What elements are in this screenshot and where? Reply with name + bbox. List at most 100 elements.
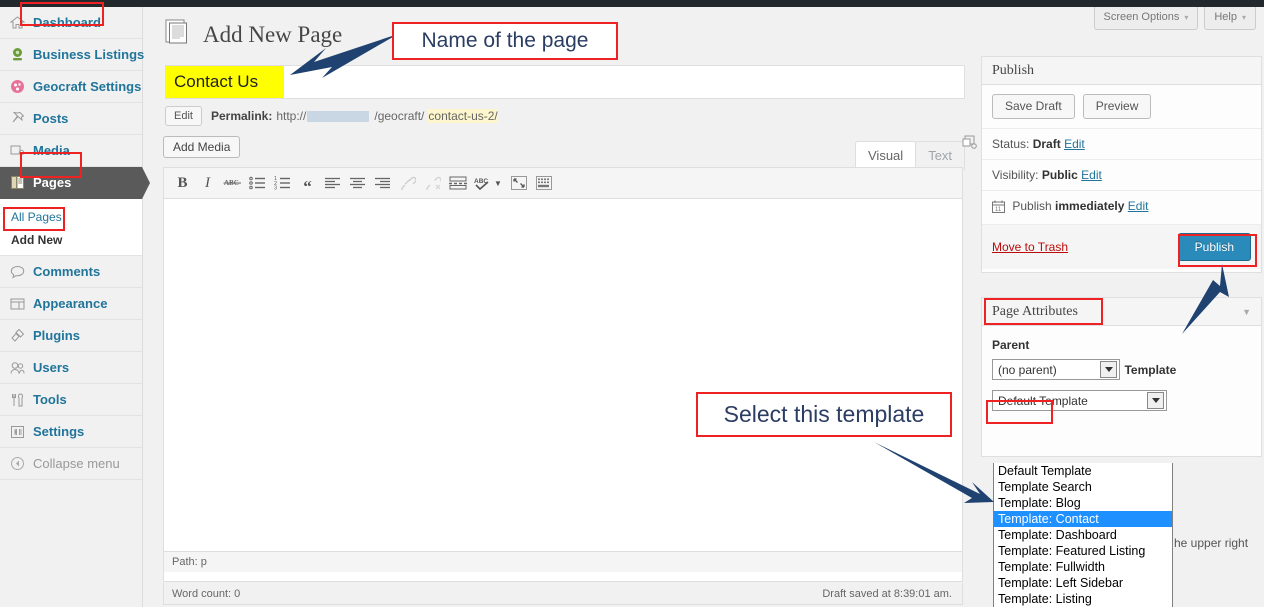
chevron-down-icon[interactable]: ▼ <box>1242 307 1251 317</box>
submenu-label: All Pages <box>11 209 62 224</box>
sidebar-label: Users <box>33 360 70 375</box>
template-option[interactable]: Template: Blog <box>994 495 1172 511</box>
page-title: Add New Page <box>203 21 343 47</box>
sidebar-item-appearance[interactable]: Appearance <box>0 288 142 320</box>
submenu-label: Add New <box>11 232 63 247</box>
blockquote-button[interactable]: “ <box>296 172 319 195</box>
permalink-row: Edit Permalink: http:// /geocraft/contact… <box>165 106 498 126</box>
sidebar-item-geocraft-settings[interactable]: Geocraft Settings <box>0 71 142 103</box>
editor-toolbar: B I ABC 123 “ ABC ▼ <box>164 168 962 199</box>
svg-text:11: 11 <box>995 207 1002 213</box>
align-left-button[interactable] <box>321 172 344 194</box>
bold-button[interactable]: B <box>171 172 194 194</box>
bullet-list-button[interactable] <box>246 172 269 194</box>
appearance-icon <box>9 295 26 312</box>
template-dropdown-list[interactable]: Default Template Template Search Templat… <box>993 463 1173 607</box>
sidebar-item-business-listings[interactable]: Business Listings <box>0 39 145 71</box>
template-option[interactable]: Template: Featured Listing <box>994 543 1172 559</box>
page-title-input[interactable] <box>166 66 284 98</box>
screen-options-button[interactable]: Screen Options ▾ <box>1093 7 1199 30</box>
collapse-arrow-icon <box>9 455 26 472</box>
fullscreen-button[interactable] <box>508 172 531 194</box>
strikethrough-button[interactable]: ABC <box>221 172 244 194</box>
publish-action-buttons: Save Draft Preview <box>982 85 1261 129</box>
sidebar-item-dashboard[interactable]: Dashboard <box>0 7 142 39</box>
sidebar-item-tools[interactable]: Tools <box>0 384 142 416</box>
pin-icon <box>9 110 26 127</box>
editor-text-area[interactable] <box>164 199 962 551</box>
italic-button[interactable]: I <box>196 172 219 194</box>
align-center-button[interactable] <box>346 172 369 194</box>
template-option[interactable]: Template: Dashboard <box>994 527 1172 543</box>
publish-button[interactable]: Publish <box>1177 233 1251 261</box>
sidebar-item-plugins[interactable]: Plugins <box>0 320 142 352</box>
sidebar-item-users[interactable]: Users <box>0 352 142 384</box>
insert-link-button[interactable] <box>396 172 419 194</box>
visibility-edit-link[interactable]: Edit <box>1081 168 1102 182</box>
sidebar-item-settings[interactable]: Settings <box>0 416 142 448</box>
distraction-free-icon[interactable] <box>962 135 978 156</box>
comment-icon <box>9 263 26 280</box>
home-icon <box>9 14 26 31</box>
move-to-trash-link[interactable]: Move to Trash <box>992 240 1068 254</box>
sidebar-label: Geocraft Settings <box>33 79 142 94</box>
partially-hidden-help-text: he upper right <box>1174 536 1249 550</box>
tab-visual[interactable]: Visual <box>855 141 917 170</box>
svg-text:3: 3 <box>274 186 277 191</box>
listings-icon <box>9 46 26 63</box>
kitchen-sink-button[interactable] <box>533 172 556 194</box>
settings-icon <box>9 423 26 440</box>
permalink-edit-button[interactable]: Edit <box>165 106 202 126</box>
sidebar-item-add-new[interactable]: Add New <box>0 228 142 251</box>
tab-text-label: Text <box>928 148 953 163</box>
page-title-field-wrapper[interactable] <box>165 65 965 99</box>
status-edit-link[interactable]: Edit <box>1064 137 1085 151</box>
geocraft-icon <box>9 78 26 95</box>
parent-select[interactable]: (no parent) <box>992 359 1120 380</box>
template-option[interactable]: Template: Listing <box>994 591 1172 607</box>
pages-icon <box>9 174 26 191</box>
template-option[interactable]: Template: Fullwidth <box>994 559 1172 575</box>
sidebar-item-comments[interactable]: Comments <box>0 256 142 288</box>
template-option[interactable]: Template Search <box>994 479 1172 495</box>
tools-icon <box>9 391 26 408</box>
pages-submenu: All Pages Add New <box>0 199 142 256</box>
add-media-button[interactable]: Add Media <box>163 136 241 158</box>
publish-metabox-header: Publish <box>982 57 1261 85</box>
collapse-menu-button[interactable]: Collapse menu <box>0 448 142 480</box>
draft-saved-label: Draft saved at 8:39:01 am. <box>822 587 952 600</box>
sidebar-item-media[interactable]: Media <box>0 135 142 167</box>
read-more-button[interactable] <box>446 172 469 194</box>
spellcheck-button[interactable]: ABC <box>471 172 494 194</box>
preview-button[interactable]: Preview <box>1082 94 1152 119</box>
parent-select-value: (no parent) <box>998 362 1057 377</box>
sidebar-item-all-pages[interactable]: All Pages <box>0 205 142 228</box>
publish-metabox-title: Publish <box>992 62 1035 78</box>
editor-status-bar: Word count: 0 Draft saved at 8:39:01 am. <box>163 583 963 605</box>
template-option[interactable]: Template: Left Sidebar <box>994 575 1172 591</box>
help-button[interactable]: Help ▾ <box>1204 7 1256 30</box>
sidebar-label: Plugins <box>33 328 80 343</box>
align-right-button[interactable] <box>371 172 394 194</box>
publish-footer: Move to Trash Publish <box>982 225 1261 269</box>
spellcheck-chevron-down-icon[interactable]: ▼ <box>494 179 502 188</box>
template-select[interactable]: Default Template <box>992 390 1167 411</box>
unlink-button[interactable] <box>421 172 444 194</box>
screen-options-label: Screen Options <box>1103 11 1180 23</box>
sidebar-label: Dashboard <box>33 15 101 30</box>
sidebar-label: Posts <box>33 111 69 126</box>
editor-mode-tabs: Visual Text <box>855 141 966 170</box>
chevron-down-icon <box>1100 361 1117 378</box>
save-draft-button[interactable]: Save Draft <box>992 94 1075 119</box>
admin-sidebar: Dashboard Business Listings Geocraft Set… <box>0 7 150 607</box>
template-option[interactable]: Default Template <box>994 463 1172 479</box>
plugin-icon <box>9 327 26 344</box>
sidebar-item-posts[interactable]: Posts <box>0 103 142 135</box>
sidebar-item-pages[interactable]: Pages <box>0 167 150 199</box>
content-editor[interactable]: B I ABC 123 “ ABC ▼ Path: p <box>163 167 963 582</box>
tab-text[interactable]: Text <box>915 141 966 170</box>
numbered-list-button[interactable]: 123 <box>271 172 294 194</box>
template-option-selected[interactable]: Template: Contact <box>994 511 1172 527</box>
sidebar-label: Business Listings <box>33 47 145 62</box>
schedule-edit-link[interactable]: Edit <box>1128 199 1149 213</box>
